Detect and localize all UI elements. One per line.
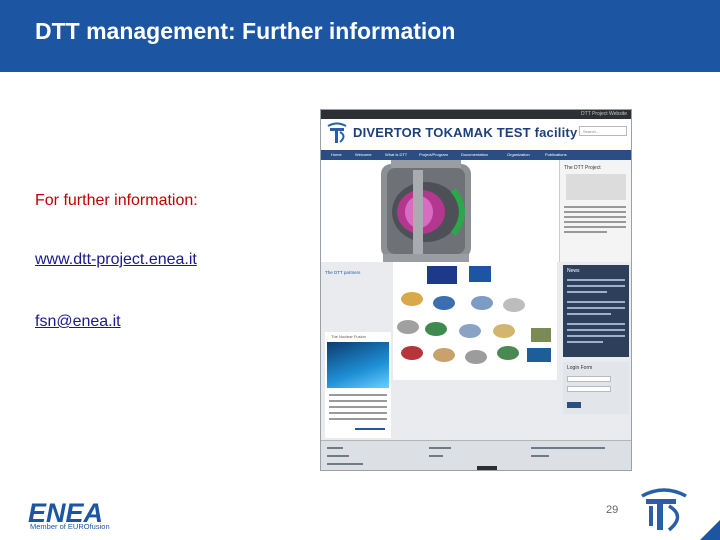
plasma-image bbox=[327, 342, 389, 388]
enea-logo-subtitle: Member of EUROfusion bbox=[30, 522, 110, 531]
partner-logo bbox=[425, 322, 447, 336]
title-bar: DTT management: Further information bbox=[0, 0, 720, 72]
partner-logo bbox=[503, 298, 525, 312]
partner-logo bbox=[401, 346, 423, 360]
site-nav-item: Organization bbox=[507, 152, 530, 157]
site-footer bbox=[321, 440, 631, 470]
slide-title: DTT management: Further information bbox=[35, 18, 456, 44]
site-login-form: Login Form bbox=[563, 362, 629, 414]
site-nav-item: What is DTT bbox=[385, 152, 408, 157]
side-panel-image bbox=[566, 174, 626, 200]
tokamak-illustration bbox=[321, 160, 559, 262]
news-heading: News bbox=[567, 268, 580, 274]
website-screenshot: DTT Project Website DIVERTOR TOKAMAK TES… bbox=[320, 109, 632, 471]
site-nav-item: Home bbox=[331, 152, 342, 157]
email-link[interactable]: fsn@enea.it bbox=[35, 313, 121, 331]
site-search-input: Search... bbox=[579, 126, 627, 136]
partner-logo bbox=[527, 348, 551, 362]
login-button bbox=[567, 402, 581, 408]
login-username-field bbox=[567, 376, 611, 382]
left-column-caption: The Nuclear Fusion bbox=[331, 334, 366, 339]
website-link[interactable]: www.dtt-project.enea.it bbox=[35, 251, 197, 269]
site-nav-item: Publications bbox=[545, 152, 567, 157]
side-panel-text-lines bbox=[564, 206, 626, 236]
site-top-strip: DTT Project Website bbox=[321, 110, 631, 119]
site-name: DIVERTOR TOKAMAK TEST facility bbox=[353, 125, 578, 140]
partner-logo bbox=[397, 320, 419, 334]
site-left-column: The Nuclear Fusion bbox=[325, 332, 391, 438]
partner-logo bbox=[497, 346, 519, 360]
partner-logo bbox=[401, 292, 423, 306]
site-nav: Home Welcome What is DTT Project/Program… bbox=[321, 150, 631, 160]
partner-logo bbox=[459, 324, 481, 338]
partner-logo bbox=[433, 348, 455, 362]
eu-logo bbox=[427, 266, 457, 284]
info-label: For further information: bbox=[35, 192, 198, 209]
slide-number: 29 bbox=[606, 504, 619, 516]
partner-logo bbox=[433, 296, 455, 310]
corner-decoration bbox=[700, 520, 720, 540]
site-logo-icon bbox=[327, 122, 347, 143]
side-panel-heading: The DTT Project bbox=[564, 165, 601, 171]
site-side-panel: The DTT Project bbox=[559, 160, 631, 262]
footer-button bbox=[477, 466, 497, 470]
site-hero bbox=[321, 160, 559, 262]
partner-logo-enea bbox=[469, 266, 491, 282]
partner-logo bbox=[465, 350, 487, 364]
site-top-strip-text: DTT Project Website bbox=[581, 111, 627, 117]
partner-logos bbox=[393, 262, 557, 380]
site-nav-item: Project/Program bbox=[419, 152, 448, 157]
partner-logo bbox=[531, 328, 551, 342]
site-news-box: News bbox=[563, 265, 629, 357]
dtt-logo-icon bbox=[641, 488, 687, 532]
site-nav-item: Welcome bbox=[355, 152, 372, 157]
login-password-field bbox=[567, 386, 611, 392]
partners-heading: The DTT partners bbox=[325, 270, 361, 275]
login-heading: Login Form bbox=[567, 365, 593, 371]
site-nav-item: Documentation bbox=[461, 152, 488, 157]
partner-logo bbox=[471, 296, 493, 310]
partner-logo bbox=[493, 324, 515, 338]
